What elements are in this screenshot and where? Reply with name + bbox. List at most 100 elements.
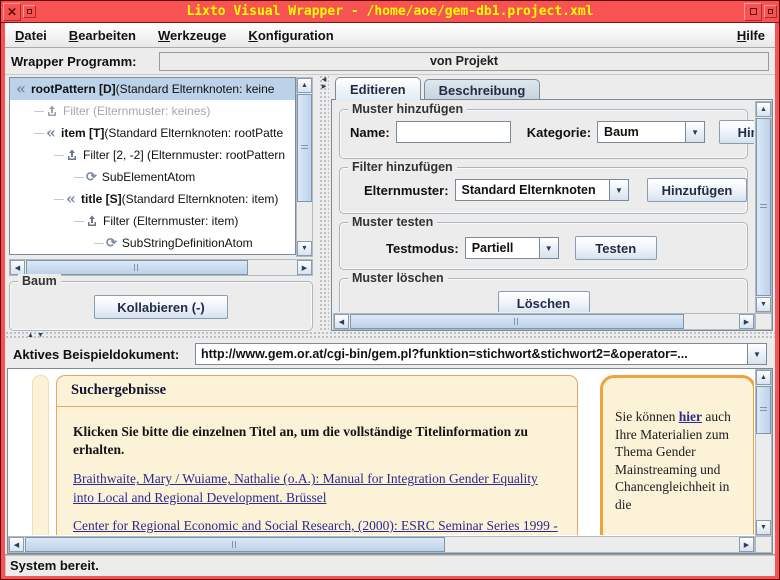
shade-glyph [768, 9, 773, 14]
muster-hinzufuegen-group: Muster hinzufügen Name: Kategorie: Baum … [339, 109, 748, 159]
tree-node-description[interactable]: « description [S] (Standard Elternknoten [10, 254, 295, 255]
tree-connector [74, 177, 84, 178]
scroll-down-icon[interactable]: ▼ [756, 297, 771, 312]
iconify-icon[interactable] [23, 5, 36, 18]
close-icon[interactable]: ✕ [3, 3, 21, 21]
loeschen-button[interactable]: Löschen [498, 291, 590, 312]
browser-hscroll-thumb[interactable] [25, 537, 445, 552]
tree-node-item[interactable]: « item [T] (Standard Elternknoten: rootP… [10, 122, 295, 144]
tree-node-title[interactable]: « title [S] (Standard Elternknoten: item… [10, 188, 295, 210]
scroll-left-icon[interactable]: ◀ [334, 314, 349, 329]
main-split: « rootPattern [D] (Standard Elternknoten… [7, 75, 773, 331]
tree-vertical-scrollbar[interactable]: ▲ ▼ [296, 77, 313, 257]
browser-vertical-scrollbar[interactable]: ▲ ▼ [755, 369, 772, 536]
chevron-down-icon[interactable]: ▼ [685, 122, 704, 142]
wrapper-program-label: Wrapper Programm: [11, 54, 159, 69]
filter-hinzufuegen-button[interactable]: Hinzufügen [647, 178, 747, 202]
vertical-split-divider[interactable]: ◀▶ [319, 75, 329, 331]
menu-bearbeiten[interactable]: Bearbeiten [69, 28, 136, 43]
scroll-up-icon[interactable]: ▲ [756, 370, 771, 385]
browser-vscroll-thumb[interactable] [756, 386, 771, 434]
editor-vscroll-thumb[interactable] [756, 118, 771, 296]
editor-vertical-scrollbar[interactable]: ▲ ▼ [755, 101, 772, 313]
tree-connector [34, 111, 44, 112]
shade-icon[interactable] [764, 5, 777, 18]
status-text: System bereit. [10, 558, 99, 573]
name-label: Name: [350, 125, 390, 140]
result-link-2[interactable]: Center for Regional Economic and Social … [73, 517, 561, 535]
scroll-left-icon[interactable]: ◀ [10, 260, 25, 275]
editor-tabpane: Editieren Beschreibung Muster hinzufügen… [331, 75, 773, 331]
elternmuster-value: Standard Elternknoten [456, 180, 609, 200]
scroll-left-icon[interactable]: ◀ [9, 537, 24, 552]
title-bar[interactable]: ✕ Lixto Visual Wrapper - /home/aoe/gem-d… [1, 1, 779, 23]
document-bar: Aktives Beispieldokument: ▼ [7, 340, 773, 368]
thumb-grip [514, 318, 520, 325]
menu-datei[interactable]: Datei [15, 28, 47, 43]
search-results-heading: Suchergebnisse [57, 376, 577, 407]
url-input[interactable] [196, 344, 747, 364]
kollabieren-button[interactable]: Kollabieren (-) [94, 295, 228, 319]
tree-node-rootpattern[interactable]: « rootPattern [D] (Standard Elternknoten… [10, 78, 295, 100]
name-input[interactable] [396, 121, 511, 143]
menu-hilfe[interactable]: Hilfe [737, 28, 765, 43]
menu-konfiguration[interactable]: Konfiguration [248, 28, 333, 43]
divider-right-icon[interactable]: ▶ [322, 84, 327, 91]
elternmuster-label: Elternmuster: [364, 183, 449, 198]
menu-bar: Datei Bearbeiten Werkzeuge Konfiguration… [5, 23, 775, 48]
horizontal-split-divider[interactable]: ▲▼ [5, 331, 775, 340]
browser-horizontal-scrollbar[interactable]: ◀ ▶ [8, 536, 755, 553]
muster-hinzufuegen-button[interactable]: Hinzufügen [719, 120, 754, 144]
document-label: Aktives Beispieldokument: [13, 347, 195, 362]
scroll-right-icon[interactable]: ▶ [297, 260, 312, 275]
tree-node-substringdefinitionatom[interactable]: ⟳ SubStringDefinitionAtom [10, 232, 295, 254]
scroll-down-icon[interactable]: ▼ [297, 241, 312, 256]
testen-button[interactable]: Testen [575, 236, 657, 260]
thumb-grip [301, 145, 308, 151]
scrollbar-corner [755, 313, 772, 330]
result-link-1[interactable]: Braithwaite, Mary / Wuiame, Nathalie (o.… [73, 470, 561, 508]
kategorie-select[interactable]: Baum ▼ [597, 121, 705, 143]
scroll-up-icon[interactable]: ▲ [297, 78, 312, 93]
tree-node-filter-item[interactable]: Filter (Elternmuster: item) [10, 210, 295, 232]
tree-vscroll-thumb[interactable] [297, 94, 312, 202]
editor-hscroll-thumb[interactable] [350, 314, 684, 329]
chevron-down-icon[interactable]: ▼ [539, 238, 558, 258]
divider-down-icon[interactable]: ▼ [37, 332, 44, 339]
scroll-up-icon[interactable]: ▲ [756, 102, 771, 117]
editor-horizontal-scrollbar[interactable]: ◀ ▶ [333, 313, 755, 330]
divider-up-icon[interactable]: ▲ [27, 332, 34, 339]
tree-node-subelementatom[interactable]: ⟳ SubElementAtom [10, 166, 295, 188]
thumb-grip [760, 204, 767, 210]
scroll-right-icon[interactable]: ▶ [739, 314, 754, 329]
iconify-glyph [27, 9, 32, 14]
baum-group-title: Baum [18, 274, 61, 288]
thumb-grip [232, 541, 238, 548]
tree-node-filter-keines[interactable]: Filter (Elternmuster: keines) [10, 100, 295, 122]
elternmuster-select[interactable]: Standard Elternknoten ▼ [455, 179, 629, 201]
muster-loeschen-group: Muster löschen Löschen [339, 278, 748, 312]
tab-beschreibung[interactable]: Beschreibung [424, 79, 541, 100]
kategorie-label: Kategorie: [527, 125, 591, 140]
divider-left-icon[interactable]: ◀ [322, 77, 327, 84]
testmodus-select[interactable]: Partiell ▼ [465, 237, 559, 259]
muster-testen-group: Muster testen Testmodus: Partiell ▼ Test… [339, 222, 748, 270]
tree-connector [74, 221, 84, 222]
scroll-down-icon[interactable]: ▼ [756, 520, 771, 535]
browser-panel: Suchergebnisse Klicken Sie bitte die ein… [7, 368, 773, 554]
atom-icon: ⟳ [86, 171, 97, 183]
tree-node-filter-rootpattern[interactable]: Filter [2, -2] (Elternmuster: rootPatter… [10, 144, 295, 166]
tree-hscroll-thumb[interactable] [26, 260, 248, 275]
hier-link[interactable]: hier [679, 409, 702, 424]
scroll-right-icon[interactable]: ▶ [739, 537, 754, 552]
chevron-down-icon[interactable]: ▼ [609, 180, 628, 200]
menu-werkzeuge[interactable]: Werkzeuge [158, 28, 226, 43]
maximize-glyph [750, 8, 757, 15]
window-title: Lixto Visual Wrapper - /home/aoe/gem-db1… [1, 4, 779, 19]
document-pane: Aktives Beispieldokument: ▼ Suchergebnis… [7, 340, 773, 554]
tab-editieren[interactable]: Editieren [335, 77, 421, 100]
filter-icon [66, 149, 78, 161]
url-combobox[interactable]: ▼ [195, 343, 767, 365]
maximize-icon[interactable] [744, 3, 762, 21]
chevron-down-icon[interactable]: ▼ [747, 344, 766, 364]
